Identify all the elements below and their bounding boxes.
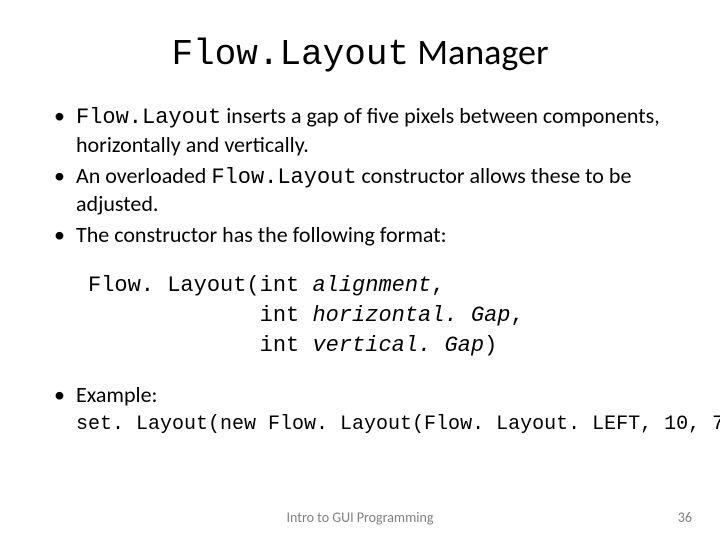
bullet-4-text: Example: (76, 381, 157, 408)
constructor-signature: Flow. Layout(int alignment, int horizont… (88, 271, 680, 360)
bullet-2-mono: Flow.Layout (211, 165, 356, 190)
sig-l1a: Flow. Layout(int (88, 273, 312, 298)
bullet-list: Flow.Layout inserts a gap of five pixels… (40, 103, 680, 249)
bullet-1-mono: Flow.Layout (76, 105, 221, 130)
sig-l3b: vertical. Gap (312, 333, 484, 358)
bullet-4: Example: (50, 382, 680, 409)
sig-l1c: , (431, 273, 444, 298)
bullet-3: The constructor has the following format… (50, 222, 680, 249)
bullet-2: An overloaded Flow.Layout constructor al… (50, 163, 680, 219)
bullet-list-2: Example: (40, 382, 680, 409)
sig-l2a: int (88, 303, 312, 328)
page-number: 36 (678, 509, 692, 526)
footer-center: Intro to GUI Programming (0, 509, 720, 526)
sig-l2c: , (510, 303, 523, 328)
sig-l2b: horizontal. Gap (312, 303, 510, 328)
sig-l1b: alignment (312, 273, 431, 298)
title-mono: Flow.Layout (171, 34, 409, 75)
sig-l3c: ) (484, 333, 497, 358)
sig-l3a: int (88, 333, 312, 358)
bullet-3-text: The constructor has the following format… (76, 221, 446, 248)
bullet-1: Flow.Layout inserts a gap of five pixels… (50, 103, 680, 159)
slide-title: Flow.Layout Manager (40, 30, 680, 75)
title-rest: Manager (409, 30, 548, 74)
slide: Flow.Layout Manager Flow.Layout inserts … (0, 0, 720, 540)
bullet-2-pre: An overloaded (76, 162, 211, 189)
example-code: set. Layout(new Flow. Layout(Flow. Layou… (76, 413, 680, 436)
